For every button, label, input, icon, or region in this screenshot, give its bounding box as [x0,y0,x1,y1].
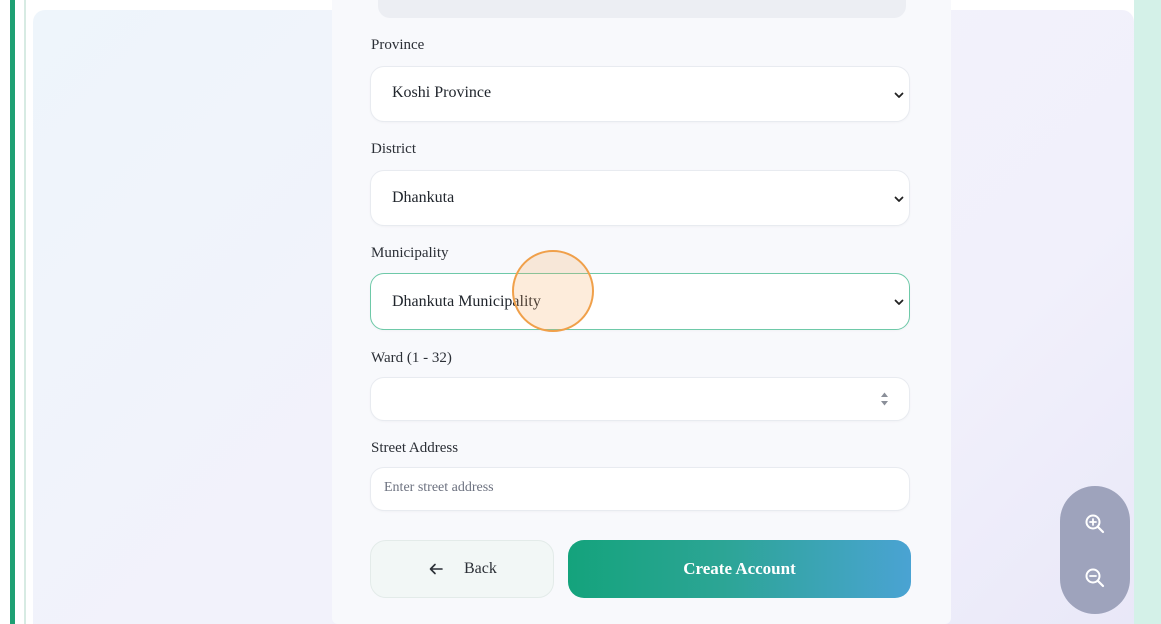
create-account-label: Create Account [683,559,796,578]
province-value: Koshi Province [392,84,492,101]
previous-field-edge [378,0,906,18]
province-select[interactable]: Koshi Province [370,66,910,122]
zoom-controls [1060,486,1130,614]
province-label: Province [371,37,425,53]
number-spinner-icon[interactable] [880,391,889,407]
right-edge-strip [1134,0,1161,624]
chevron-down-icon [894,92,904,98]
district-select[interactable]: Dhankuta [370,170,910,226]
district-label: District [371,141,416,157]
municipality-label: Municipality [371,245,449,261]
create-account-button[interactable]: Create Account [568,540,911,598]
street-address-input[interactable]: Enter street address [370,467,910,511]
back-button[interactable]: Back [370,540,554,598]
zoom-out-icon[interactable] [1083,566,1107,590]
municipality-value: Dhankuta Municipality [392,293,541,310]
zoom-in-icon[interactable] [1083,512,1107,536]
arrow-left-icon [429,563,443,575]
street-address-placeholder: Enter street address [384,480,494,495]
back-button-label: Back [464,560,497,577]
ward-input[interactable] [370,377,910,421]
ward-label: Ward (1 - 32) [371,350,452,366]
left-divider [24,0,26,624]
chevron-down-icon [894,299,904,305]
street-address-label: Street Address [371,440,459,456]
municipality-select[interactable]: Dhankuta Municipality [370,273,910,330]
chevron-down-icon [894,196,904,202]
district-value: Dhankuta [392,189,455,206]
left-accent-bar [10,0,15,624]
